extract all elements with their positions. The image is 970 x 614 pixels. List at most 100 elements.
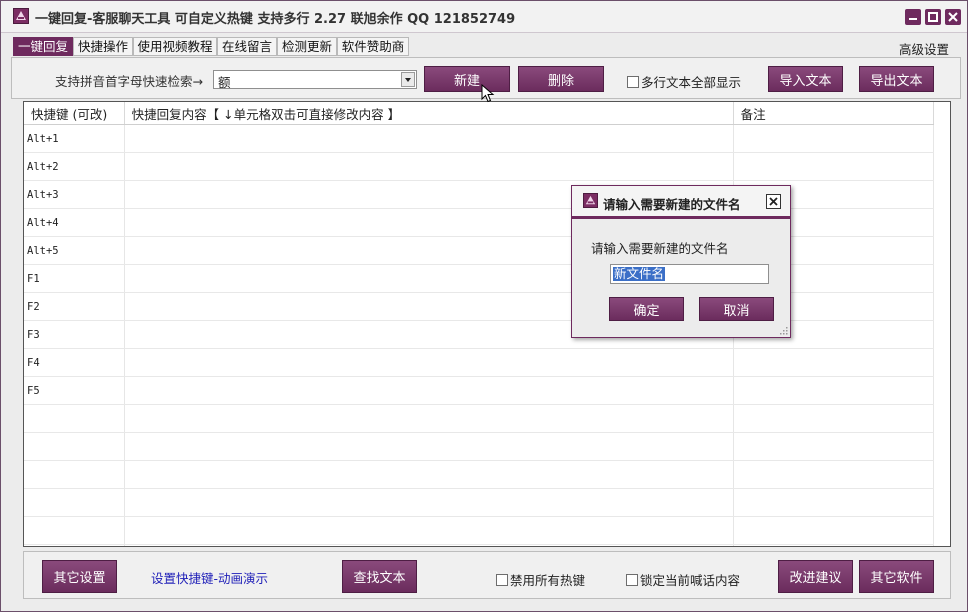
content-cell[interactable] (124, 124, 734, 153)
table-row[interactable]: Alt+5 (24, 236, 935, 265)
column-header-content[interactable]: 快捷回复内容【 ↓单元格双击可直接修改内容 】 (124, 102, 734, 125)
tab-one-click-reply[interactable]: 一键回复 (13, 37, 73, 56)
other-software-button[interactable]: 其它软件 (859, 560, 934, 593)
tab-check-update[interactable]: 检测更新 (277, 37, 337, 56)
dialog-ok-button[interactable]: 确定 (609, 297, 684, 321)
tab-online-message[interactable]: 在线留言 (217, 37, 277, 56)
new-button[interactable]: 新建 (424, 66, 510, 92)
find-text-button[interactable]: 查找文本 (342, 560, 417, 593)
table-row[interactable]: F4 (24, 348, 935, 377)
column-header-hotkey[interactable]: 快捷键 (可改) (24, 102, 125, 125)
hotkey-cell[interactable] (24, 488, 125, 517)
tab-quick-operation[interactable]: 快捷操作 (73, 37, 133, 56)
table-row[interactable] (24, 460, 935, 489)
table-row[interactable] (24, 544, 935, 546)
maximize-icon (928, 12, 938, 22)
title-bar[interactable]: 一键回复-客服聊天工具 可自定义热键 支持多行 2.27 联旭余作 QQ 121… (1, 1, 967, 33)
table-row[interactable] (24, 516, 935, 545)
minimize-icon (909, 18, 917, 20)
hotkey-cell[interactable]: F3 (24, 320, 125, 349)
export-text-button[interactable]: 导出文本 (859, 66, 934, 92)
content-cell[interactable] (124, 348, 734, 377)
checkbox-box[interactable] (627, 75, 639, 88)
minimize-button[interactable] (905, 9, 921, 25)
table-header-row: 快捷键 (可改) 快捷回复内容【 ↓单元格双击可直接修改内容 】 备注 (24, 102, 935, 125)
other-settings-button[interactable]: 其它设置 (42, 560, 117, 593)
column-header-note[interactable]: 备注 (733, 102, 935, 125)
dialog-close-button[interactable] (766, 194, 781, 209)
hotkey-cell[interactable]: F4 (24, 348, 125, 377)
advanced-settings-link[interactable]: 高级设置 (899, 39, 949, 58)
note-cell[interactable] (733, 404, 935, 433)
content-cell[interactable] (124, 404, 734, 433)
combo-dropdown-button[interactable] (401, 72, 415, 87)
note-cell[interactable] (733, 544, 935, 546)
maximize-button[interactable] (925, 9, 941, 25)
dialog-prompt: 请输入需要新建的文件名 (591, 241, 729, 256)
hotkey-cell[interactable] (24, 404, 125, 433)
reply-grid[interactable]: 快捷键 (可改) 快捷回复内容【 ↓单元格双击可直接修改内容 】 备注 Alt+… (23, 101, 951, 547)
disable-hotkeys-checkbox[interactable]: 禁用所有热键 (496, 570, 585, 589)
checkbox-box[interactable] (626, 573, 638, 586)
filename-input-value: 新文件名 (613, 266, 666, 281)
suggestions-button[interactable]: 改进建议 (778, 560, 853, 593)
reply-table: 快捷键 (可改) 快捷回复内容【 ↓单元格双击可直接修改内容 】 备注 Alt+… (24, 102, 935, 546)
note-cell[interactable] (733, 516, 935, 545)
search-combobox[interactable]: 额 (213, 70, 417, 90)
table-row[interactable]: F3 (24, 320, 935, 349)
table-row[interactable] (24, 488, 935, 517)
note-cell[interactable] (733, 124, 935, 153)
close-icon (948, 12, 958, 22)
hotkey-cell[interactable]: F2 (24, 292, 125, 321)
table-row[interactable]: Alt+2 (24, 152, 935, 181)
checkbox-box[interactable] (496, 573, 508, 586)
hotkey-cell[interactable] (24, 432, 125, 461)
hotkey-cell[interactable] (24, 544, 125, 546)
table-row[interactable]: Alt+1 (24, 124, 935, 153)
resize-grip-icon[interactable] (780, 327, 788, 335)
main-window: 一键回复-客服聊天工具 可自定义热键 支持多行 2.27 联旭余作 QQ 121… (0, 0, 968, 612)
import-text-button[interactable]: 导入文本 (768, 66, 843, 92)
table-row[interactable]: Alt+4 (24, 208, 935, 237)
lock-content-checkbox[interactable]: 锁定当前喊话内容 (626, 570, 740, 589)
disable-hotkeys-label: 禁用所有热键 (510, 573, 586, 588)
table-row[interactable]: F2 (24, 292, 935, 321)
tab-sponsors[interactable]: 软件赞助商 (337, 37, 409, 56)
window-title: 一键回复-客服聊天工具 可自定义热键 支持多行 2.27 联旭余作 QQ 121… (35, 12, 516, 27)
delete-button[interactable]: 删除 (518, 66, 604, 92)
hotkey-cell[interactable]: Alt+5 (24, 236, 125, 265)
tab-video-tutorial[interactable]: 使用视频教程 (133, 37, 217, 56)
note-cell[interactable] (733, 348, 935, 377)
hotkey-cell[interactable]: Alt+3 (24, 180, 125, 209)
content-cell[interactable] (124, 152, 734, 181)
table-row[interactable]: F5 (24, 376, 935, 405)
note-cell[interactable] (733, 488, 935, 517)
note-cell[interactable] (733, 376, 935, 405)
table-row[interactable]: Alt+3 (24, 180, 935, 209)
hotkey-cell[interactable]: Alt+2 (24, 152, 125, 181)
content-cell[interactable] (124, 488, 734, 517)
note-cell[interactable] (733, 460, 935, 489)
table-row[interactable] (24, 404, 935, 433)
content-cell[interactable] (124, 460, 734, 489)
table-row[interactable] (24, 432, 935, 461)
note-cell[interactable] (733, 432, 935, 461)
content-cell[interactable] (124, 544, 734, 546)
note-cell[interactable] (733, 152, 935, 181)
hotkey-cell[interactable]: F5 (24, 376, 125, 405)
hotkey-cell[interactable]: F1 (24, 264, 125, 293)
hotkey-cell[interactable]: Alt+4 (24, 208, 125, 237)
content-cell[interactable] (124, 432, 734, 461)
close-button[interactable] (945, 9, 961, 25)
hotkey-demo-link[interactable]: 设置快捷键-动画演示 (151, 568, 268, 587)
filename-input[interactable]: 新文件名 (610, 264, 769, 284)
hotkey-cell[interactable]: Alt+1 (24, 124, 125, 153)
multiline-checkbox[interactable]: 多行文本全部显示 (627, 72, 741, 91)
dialog-cancel-button[interactable]: 取消 (699, 297, 774, 321)
table-row[interactable]: F1 (24, 264, 935, 293)
hotkey-cell[interactable] (24, 516, 125, 545)
hotkey-cell[interactable] (24, 460, 125, 489)
content-cell[interactable] (124, 516, 734, 545)
content-cell[interactable] (124, 376, 734, 405)
dialog-title-bar[interactable]: 请输入需要新建的文件名 (572, 186, 790, 219)
